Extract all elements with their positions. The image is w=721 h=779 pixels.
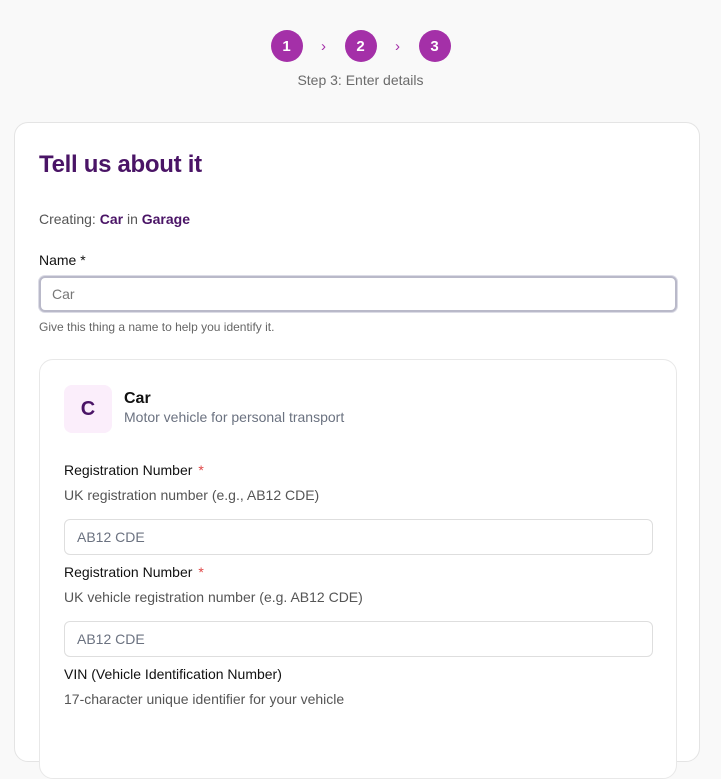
attribute-registration-number: Registration Number * UK registration num… — [64, 460, 654, 555]
registration-number-input[interactable] — [64, 519, 653, 555]
creating-in: in — [126, 211, 138, 227]
name-label: Name * — [39, 252, 86, 268]
vehicle-registration-input[interactable] — [64, 621, 653, 657]
type-attributes-card: C Car Motor vehicle for personal transpo… — [39, 359, 677, 779]
page-title: Tell us about it — [39, 151, 202, 178]
name-help-text: Give this thing a name to help you ident… — [39, 320, 275, 334]
attribute-description: 17-character unique identifier for your … — [64, 691, 345, 707]
creating-type: Car — [99, 211, 124, 227]
type-description: Motor vehicle for personal transport — [124, 409, 345, 425]
attribute-label: Registration Number — [64, 462, 193, 478]
step-caption: Step 3: Enter details — [297, 72, 424, 88]
details-card: Tell us about it Creating: Car in Garage… — [14, 122, 700, 779]
step-1-indicator: 1 — [270, 30, 303, 62]
attribute-vin: VIN (Vehicle Identification Number) 17-c… — [64, 664, 654, 709]
name-input[interactable] — [39, 276, 677, 312]
creating-prefix: Creating: — [39, 211, 96, 227]
attribute-description: UK vehicle registration number (e.g. AB1… — [64, 589, 363, 605]
creating-location: Garage — [141, 211, 190, 227]
type-avatar: C — [64, 385, 112, 433]
chevron-right-icon: › — [321, 37, 326, 55]
attribute-label: VIN (Vehicle Identification Number) — [64, 666, 282, 682]
chevron-right-icon: › — [395, 37, 400, 55]
stepper: 1 › 2 › 3 — [0, 30, 721, 62]
attribute-label: Registration Number — [64, 564, 193, 580]
attribute-registration-number-uk: Registration Number * UK vehicle registra… — [64, 562, 654, 657]
step-2-indicator: 2 — [344, 30, 377, 62]
required-marker: * — [198, 462, 204, 478]
attribute-description: UK registration number (e.g., AB12 CDE) — [64, 487, 320, 503]
required-marker: * — [198, 564, 204, 580]
creating-summary: Creating: Car in Garage — [39, 211, 190, 227]
step-3-indicator: 3 — [418, 30, 451, 62]
type-name: Car — [124, 390, 151, 407]
